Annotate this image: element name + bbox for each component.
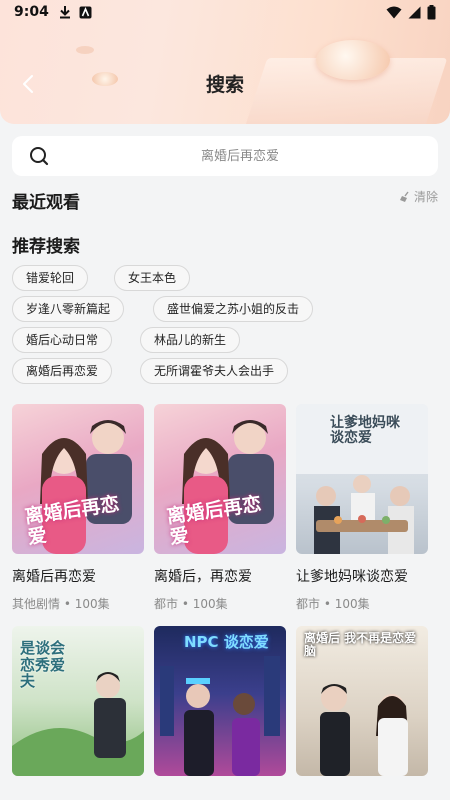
poster-caption: 是谈会恋秀爱夫 [20,639,66,690]
poster-caption: 让爹地妈咪谈恋爱 [330,415,400,447]
drama-poster: 让爹地妈咪谈恋爱 [296,404,428,554]
broom-icon [399,191,409,202]
page-title: 搜索 [205,74,244,96]
drama-meta: 其他剧情 • 100集 [12,597,110,611]
search-tag[interactable]: 林品儿的新生 [140,327,241,353]
drama-poster: NPC 谈恋爱 [154,626,286,776]
battery-icon [427,4,436,19]
app-notification-icon [79,6,92,19]
drama-poster: 离婚后 我不再是恋爱脑 [296,626,428,776]
search-tag[interactable]: 错爱轮回 [12,265,89,291]
status-bar: 9:04 [0,0,450,24]
drama-meta: 都市 • 100集 [154,597,228,611]
poster-caption: NPC 谈恋爱 [184,633,269,651]
recommended-section-title: 推荐搜索 [12,237,80,257]
search-icon [30,147,49,166]
recent-section-title: 最近观看 [12,193,80,213]
drama-card[interactable]: 是谈会恋秀爱夫 [12,626,144,776]
download-icon [59,5,71,19]
drama-card[interactable]: 让爹地妈咪谈恋爱 让爹地妈咪谈恋爱 都市 • 100集 [296,404,428,612]
drama-card[interactable]: 离婚后再恋爱 离婚后，再恋爱 都市 • 100集 [154,404,286,612]
drama-title: 离婚后再恋爱 [12,569,96,585]
signal-icon [408,6,421,18]
search-tag[interactable]: 岁逢八零新篇起 [12,296,125,322]
search-tag[interactable]: 无所谓霍爷夫人会出手 [140,358,289,384]
status-time: 9:04 [14,4,49,20]
search-input[interactable] [58,148,422,164]
decorative-coin [76,46,94,54]
clear-label: 清除 [413,190,438,204]
drama-title: 让爹地妈咪谈恋爱 [296,569,408,585]
drama-poster: 离婚后再恋爱 [154,404,286,554]
search-tag[interactable]: 婚后心动日常 [12,327,113,353]
drama-poster: 是谈会恋秀爱夫 [12,626,144,776]
drama-card[interactable]: 离婚后 我不再是恋爱脑 [296,626,428,776]
drama-title: 离婚后，再恋爱 [154,569,252,585]
search-tag[interactable]: 女王本色 [114,265,191,291]
poster-caption: 离婚后 我不再是恋爱脑 [304,631,417,659]
clear-history-button[interactable]: 清除 [399,188,438,205]
drama-card[interactable]: 离婚后再恋爱 离婚后再恋爱 其他剧情 • 100集 [12,404,144,612]
drama-card[interactable]: NPC 谈恋爱 [154,626,286,776]
drama-meta: 都市 • 100集 [296,597,370,611]
search-tag[interactable]: 离婚后再恋爱 [12,358,113,384]
wifi-icon [386,6,402,18]
drama-poster: 离婚后再恋爱 [12,404,144,554]
search-tag[interactable]: 盛世偏爱之苏小姐的反击 [153,296,314,322]
search-bar[interactable] [12,136,438,176]
